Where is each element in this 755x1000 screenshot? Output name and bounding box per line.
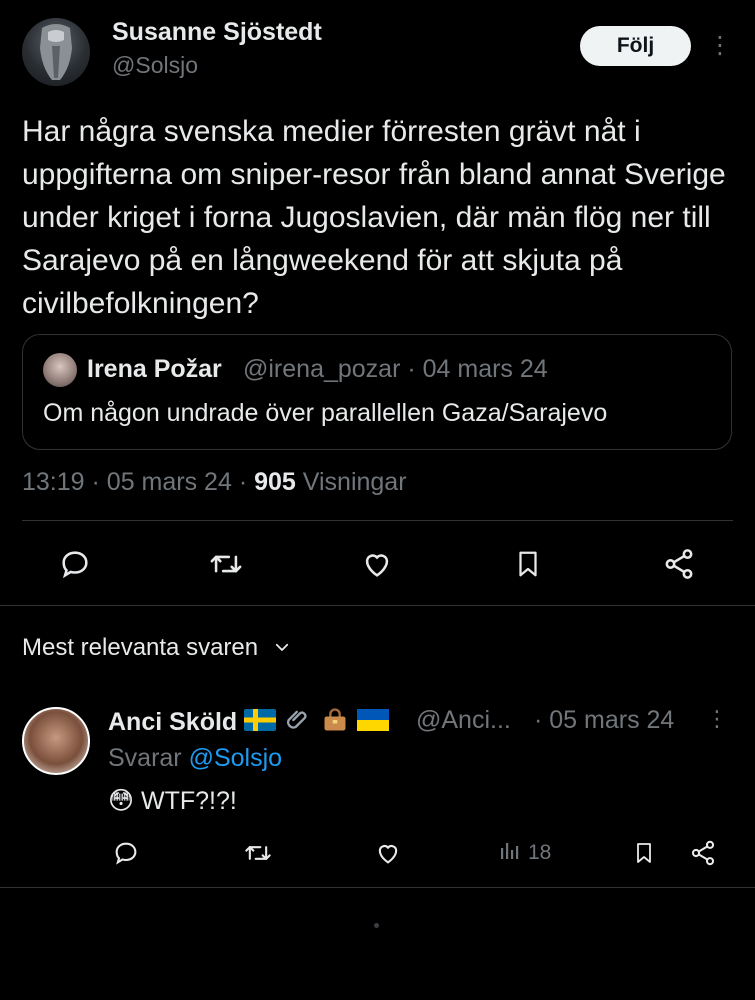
- author-name[interactable]: Susanne Sjöstedt: [112, 18, 322, 47]
- reply-like-icon[interactable]: [370, 833, 406, 873]
- quoted-text: Om någon undrade över parallellen Gaza/S…: [43, 399, 608, 427]
- reply-bookmark-icon[interactable]: [628, 833, 660, 873]
- reply-more-options-icon[interactable]: ⋮: [706, 706, 728, 732]
- reply-reply-icon[interactable]: [108, 833, 144, 873]
- avatar-image: [40, 24, 72, 80]
- reply-author-handle[interactable]: @Anci...: [416, 706, 511, 735]
- flushed-face-emoji: 😳: [108, 787, 135, 815]
- tweet-text: Har några svenska medier förresten grävt…: [22, 115, 726, 320]
- replying-prefix: Svarar: [108, 744, 182, 772]
- replies-sort-dropdown[interactable]: Mest relevanta svaren: [22, 634, 291, 663]
- reply-views-count: 18: [528, 841, 552, 864]
- share-icon[interactable]: [657, 542, 701, 586]
- follow-button[interactable]: Följ: [580, 26, 691, 66]
- chevron-down-icon: [273, 635, 291, 663]
- reply-author-name-text: Anci Sköld: [108, 708, 238, 737]
- reply-text-content: WTF?!?!: [141, 787, 237, 815]
- quoted-author-name: Irena Požar: [87, 355, 222, 383]
- author-avatar[interactable]: [22, 18, 90, 86]
- views-count: 905: [254, 468, 296, 496]
- reply-author-name[interactable]: Anci Sköld: [108, 706, 389, 741]
- quoted-meta: @irena_pozar · 04 mars 24: [243, 355, 548, 383]
- replies-sort-label: Mest relevanta svaren: [22, 634, 259, 661]
- handbag-icon: [320, 706, 350, 741]
- loading-indicator: [374, 923, 379, 928]
- tweet-date: 05 mars 24: [106, 468, 232, 496]
- reply-date[interactable]: · 05 mars 24: [534, 706, 674, 735]
- sweden-flag-icon: [244, 709, 277, 738]
- divider: [0, 605, 755, 606]
- retweet-icon[interactable]: [204, 542, 248, 586]
- quoted-tweet[interactable]: Irena Požar @irena_pozar · 04 mars 24 Om…: [22, 334, 732, 450]
- paperclip-icon: [283, 706, 313, 741]
- analytics-icon: [498, 838, 522, 868]
- author-handle[interactable]: @Solsjo: [112, 52, 198, 79]
- more-options-icon[interactable]: ⋮: [706, 26, 734, 66]
- tweet-stats: 13:19 · 05 mars 24 · 905 Visningar: [22, 468, 407, 497]
- quoted-author-avatar: [43, 353, 77, 387]
- separator-dot: ·: [91, 468, 107, 496]
- views-label: Visningar: [302, 468, 407, 496]
- reply-retweet-icon[interactable]: [240, 833, 276, 873]
- replying-to-link[interactable]: @Solsjo: [189, 744, 282, 772]
- replying-to: Svarar @Solsjo: [108, 744, 282, 773]
- ukraine-flag-icon: [357, 709, 389, 738]
- tweet-time: 13:19: [22, 468, 85, 496]
- separator-dot: ·: [238, 468, 255, 496]
- bookmark-icon[interactable]: [506, 542, 550, 586]
- divider: [0, 887, 755, 888]
- reply-icon[interactable]: [53, 542, 97, 586]
- divider: [22, 520, 733, 521]
- reply-views[interactable]: 18: [498, 833, 551, 873]
- reply-text: 😳 WTF?!?!: [108, 786, 237, 816]
- like-icon[interactable]: [355, 542, 399, 586]
- reply-author-avatar[interactable]: [22, 707, 90, 775]
- reply-share-icon[interactable]: [686, 833, 720, 873]
